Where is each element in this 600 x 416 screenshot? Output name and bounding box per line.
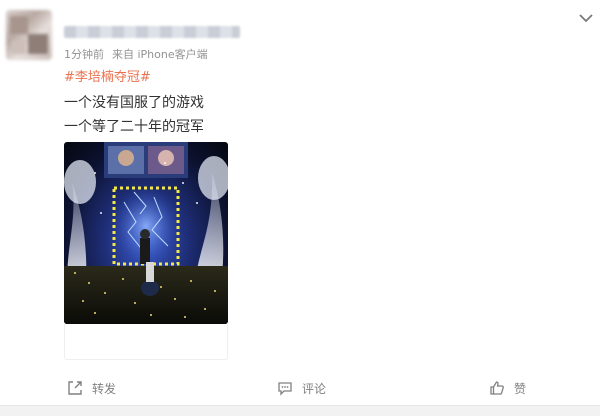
- username-blurred[interactable]: [64, 26, 240, 38]
- like-label: 赞: [514, 381, 527, 396]
- post-source: 来自 iPhone客户端: [112, 48, 208, 61]
- comment-icon: [276, 379, 294, 397]
- image-frame: [64, 324, 228, 360]
- post-time[interactable]: 1分钟前: [64, 48, 104, 61]
- post-text-line-2: 一个等了二十年的冠军: [64, 119, 204, 135]
- post-meta: 1分钟前 来自 iPhone客户端: [64, 46, 208, 62]
- chevron-down-icon[interactable]: [578, 12, 594, 24]
- avatar[interactable]: [6, 10, 52, 60]
- comment-label: 评论: [302, 381, 327, 396]
- repost-button[interactable]: 转发: [66, 378, 116, 398]
- share-icon: [66, 379, 84, 397]
- post-image[interactable]: [64, 142, 228, 324]
- repost-label: 转发: [92, 381, 117, 396]
- post-text-line-1: 一个没有国服了的游戏: [64, 95, 204, 111]
- like-button[interactable]: 赞: [488, 378, 526, 398]
- weibo-post-card: 1分钟前 来自 iPhone客户端 #李培楠夺冠# 一个没有国服了的游戏 一个等了…: [0, 0, 600, 406]
- comment-button[interactable]: 评论: [276, 378, 326, 398]
- hashtag-link[interactable]: #李培楠夺冠#: [64, 66, 151, 85]
- thumbs-up-icon: [488, 379, 506, 397]
